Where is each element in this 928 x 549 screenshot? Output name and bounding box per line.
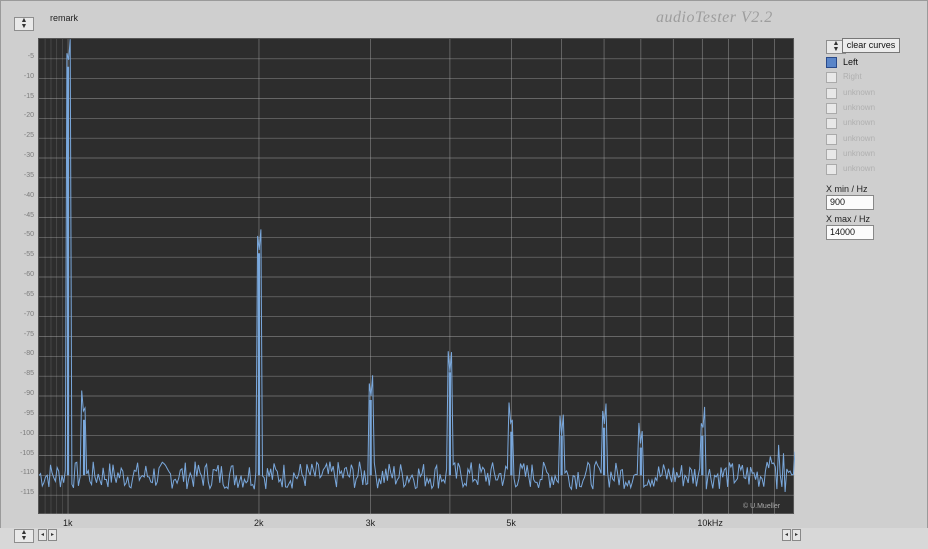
channel-checkbox[interactable] [826,72,837,84]
channel-label: unknown [843,148,876,158]
channel-label: unknown [843,133,876,143]
channel-checkbox[interactable] [826,102,837,114]
y-tick-label: -25 [23,132,34,140]
y-tick-label: -40 [23,191,34,199]
y-tick-label: -90 [23,390,34,397]
x-max-field[interactable]: 14000 [826,225,874,240]
y-tick-label: -105 [19,449,34,457]
y-tick-label: -100 [19,429,34,437]
remark-spin-button[interactable]: ▲ ▼ [14,17,34,31]
channel-checkbox[interactable] [826,87,837,99]
y-tick-label: -10 [23,72,34,80]
channel-label: Right [843,72,862,82]
channel-label: unknown [843,118,876,128]
x-tick-label: 5k [506,518,516,528]
x-min-label: X min / Hz [826,184,868,194]
spectrum-chart [39,39,795,515]
channel-label: unknown [843,164,876,174]
channel-checkbox[interactable] [826,133,837,145]
clear-curves-button[interactable]: clear curves [842,38,900,53]
y-tick-label: -60 [23,271,34,278]
y-axis-labels: -5 -10 -15 -20 -25 -30 -35 -40 -45 -50 -55 -60 -65 -7… [0,38,36,514]
remark-label: remark [50,13,79,23]
channel-label: Left [843,57,859,67]
spectrum-trace [39,39,795,493]
y-tick-label: -45 [23,211,34,219]
pan-right-button[interactable]: ▸ [792,529,801,541]
x-tick-label: 3k [365,518,376,528]
channel-checkbox[interactable] [826,148,837,160]
x-min-field[interactable]: 900 [826,195,874,210]
app-title: audioTester V2.2 [656,9,773,26]
x-tick-label: 1k [63,518,73,528]
y-tick-label: -110 [20,469,35,477]
y-tick-label: -80 [23,350,34,358]
y-tick-label: -15 [23,92,34,100]
channel-checkbox[interactable] [826,57,837,68]
y-tick-label: -5 [27,52,34,60]
y-tick-label: -55 [23,251,34,259]
x-max-label: X max / Hz [826,214,871,224]
y-tick-label: -85 [23,370,34,378]
y-tick-label: -35 [23,171,34,179]
scroll-left-button[interactable]: ◂ [38,529,47,541]
y-tick-label: -30 [23,152,34,159]
y-tick-label: -50 [23,231,34,239]
pan-left-button[interactable]: ◂ [782,529,791,541]
y-tick-label: -75 [23,330,34,338]
x-tick-label: 10kHz [697,518,723,528]
y-tick-label: -20 [23,112,34,120]
channel-label: unknown [843,102,876,112]
zoom-spin-button[interactable]: ▲ ▼ [14,529,34,543]
copyright-label: © U.Mueller [743,503,781,510]
x-tick-label: 2k [253,518,264,528]
y-tick-label: -115 [20,489,35,497]
y-tick-label: -65 [23,290,34,298]
channel-label: unknown [843,87,876,97]
channel-checkbox[interactable] [826,164,837,176]
scroll-right-button[interactable]: ▸ [48,529,57,541]
y-tick-label: -95 [23,409,34,417]
channel-checkbox[interactable] [826,118,837,130]
y-tick-label: -70 [23,310,34,318]
spectrum-plot[interactable]: © U.Mueller [38,38,795,515]
